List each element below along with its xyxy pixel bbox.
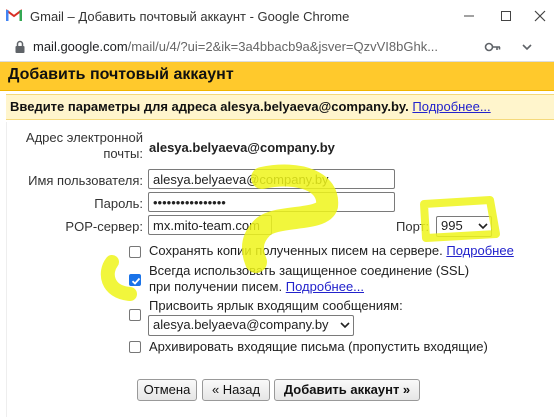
keep-copy-option: Сохранять копии полученных писем на серв… [149, 243, 549, 259]
apply-label-label: Присвоить ярлык входящим сообщениям: [149, 298, 403, 313]
lock-icon[interactable] [13, 40, 27, 54]
username-input[interactable] [148, 169, 395, 189]
chevron-down-icon [478, 223, 488, 230]
keep-copy-checkbox[interactable] [129, 246, 141, 258]
email-value: alesya.belyaeva@company.by [149, 140, 335, 155]
checkmark-icon [131, 277, 141, 285]
dialog-title: Добавить почтовый аккаунт [8, 66, 234, 83]
form-panel: Адрес электронной почты: alesya.belyaeva… [6, 122, 554, 417]
cancel-button[interactable]: Отмена [137, 379, 197, 401]
chevron-down-icon [340, 322, 350, 329]
dialog-subtitle-text: Введите параметры для адреса alesya.bely… [10, 99, 409, 114]
archive-label: Архивировать входящие письма (пропустить… [149, 339, 488, 354]
add-account-dialog: Добавить почтовый аккаунт Введите параме… [0, 62, 554, 417]
maximize-icon [501, 11, 511, 21]
ssl-option: Всегда использовать защищенное соединени… [149, 263, 489, 295]
ssl-more-link[interactable]: Подробнее... [286, 279, 364, 294]
pop-server-input[interactable] [148, 215, 272, 235]
url-text[interactable]: mail.google.com/mail/u/4/?ui=2&ik=3a4bba… [33, 39, 473, 54]
port-select[interactable]: 995 [436, 216, 492, 237]
chevron-down-icon[interactable] [520, 40, 534, 54]
keep-copy-more-link[interactable]: Подробнее [446, 243, 513, 258]
back-button[interactable]: « Назад [202, 379, 270, 401]
more-info-link[interactable]: Подробнее... [412, 99, 490, 114]
maximize-button[interactable] [491, 5, 521, 27]
label-select-value: alesya.belyaeva@company.by [153, 317, 329, 332]
dialog-subtitle-bar: Введите параметры для адреса alesya.bely… [6, 94, 554, 120]
port-label: Порт: [396, 219, 430, 234]
url-host: mail.google.com [33, 39, 128, 54]
username-label: Имя пользователя: [28, 173, 143, 188]
address-bar[interactable]: mail.google.com/mail/u/4/?ui=2&ik=3a4bba… [0, 34, 554, 62]
minimize-button[interactable] [454, 5, 484, 27]
key-icon[interactable] [484, 40, 502, 54]
ssl-checkbox[interactable] [129, 274, 141, 286]
apply-label-checkbox[interactable] [129, 309, 141, 321]
add-account-button[interactable]: Добавить аккаунт » [274, 379, 420, 401]
password-label: Пароль: [94, 196, 143, 211]
dialog-subtitle: Введите параметры для адреса alesya.bely… [10, 99, 491, 114]
email-label: Адрес электронной почты: [25, 130, 143, 161]
browser-title-bar: Gmail – Добавить почтовый аккаунт - Goog… [0, 0, 554, 35]
minimize-icon [464, 15, 474, 17]
close-button[interactable] [525, 5, 554, 27]
port-value: 995 [441, 218, 463, 233]
gmail-icon [6, 9, 22, 21]
window-title: Gmail – Добавить почтовый аккаунт - Goog… [30, 9, 350, 24]
label-select[interactable]: alesya.belyaeva@company.by [148, 315, 354, 336]
pop-server-label: POP-сервер: [65, 219, 143, 234]
dialog-title-bar: Добавить почтовый аккаунт [0, 62, 554, 91]
archive-checkbox[interactable] [129, 341, 141, 353]
close-icon [534, 10, 546, 22]
keep-copy-label: Сохранять копии полученных писем на серв… [149, 243, 443, 258]
url-path: /mail/u/4/?ui=2&ik=3a4bbacb9a&jsver=QzvV… [127, 39, 439, 54]
password-input[interactable] [148, 192, 395, 212]
